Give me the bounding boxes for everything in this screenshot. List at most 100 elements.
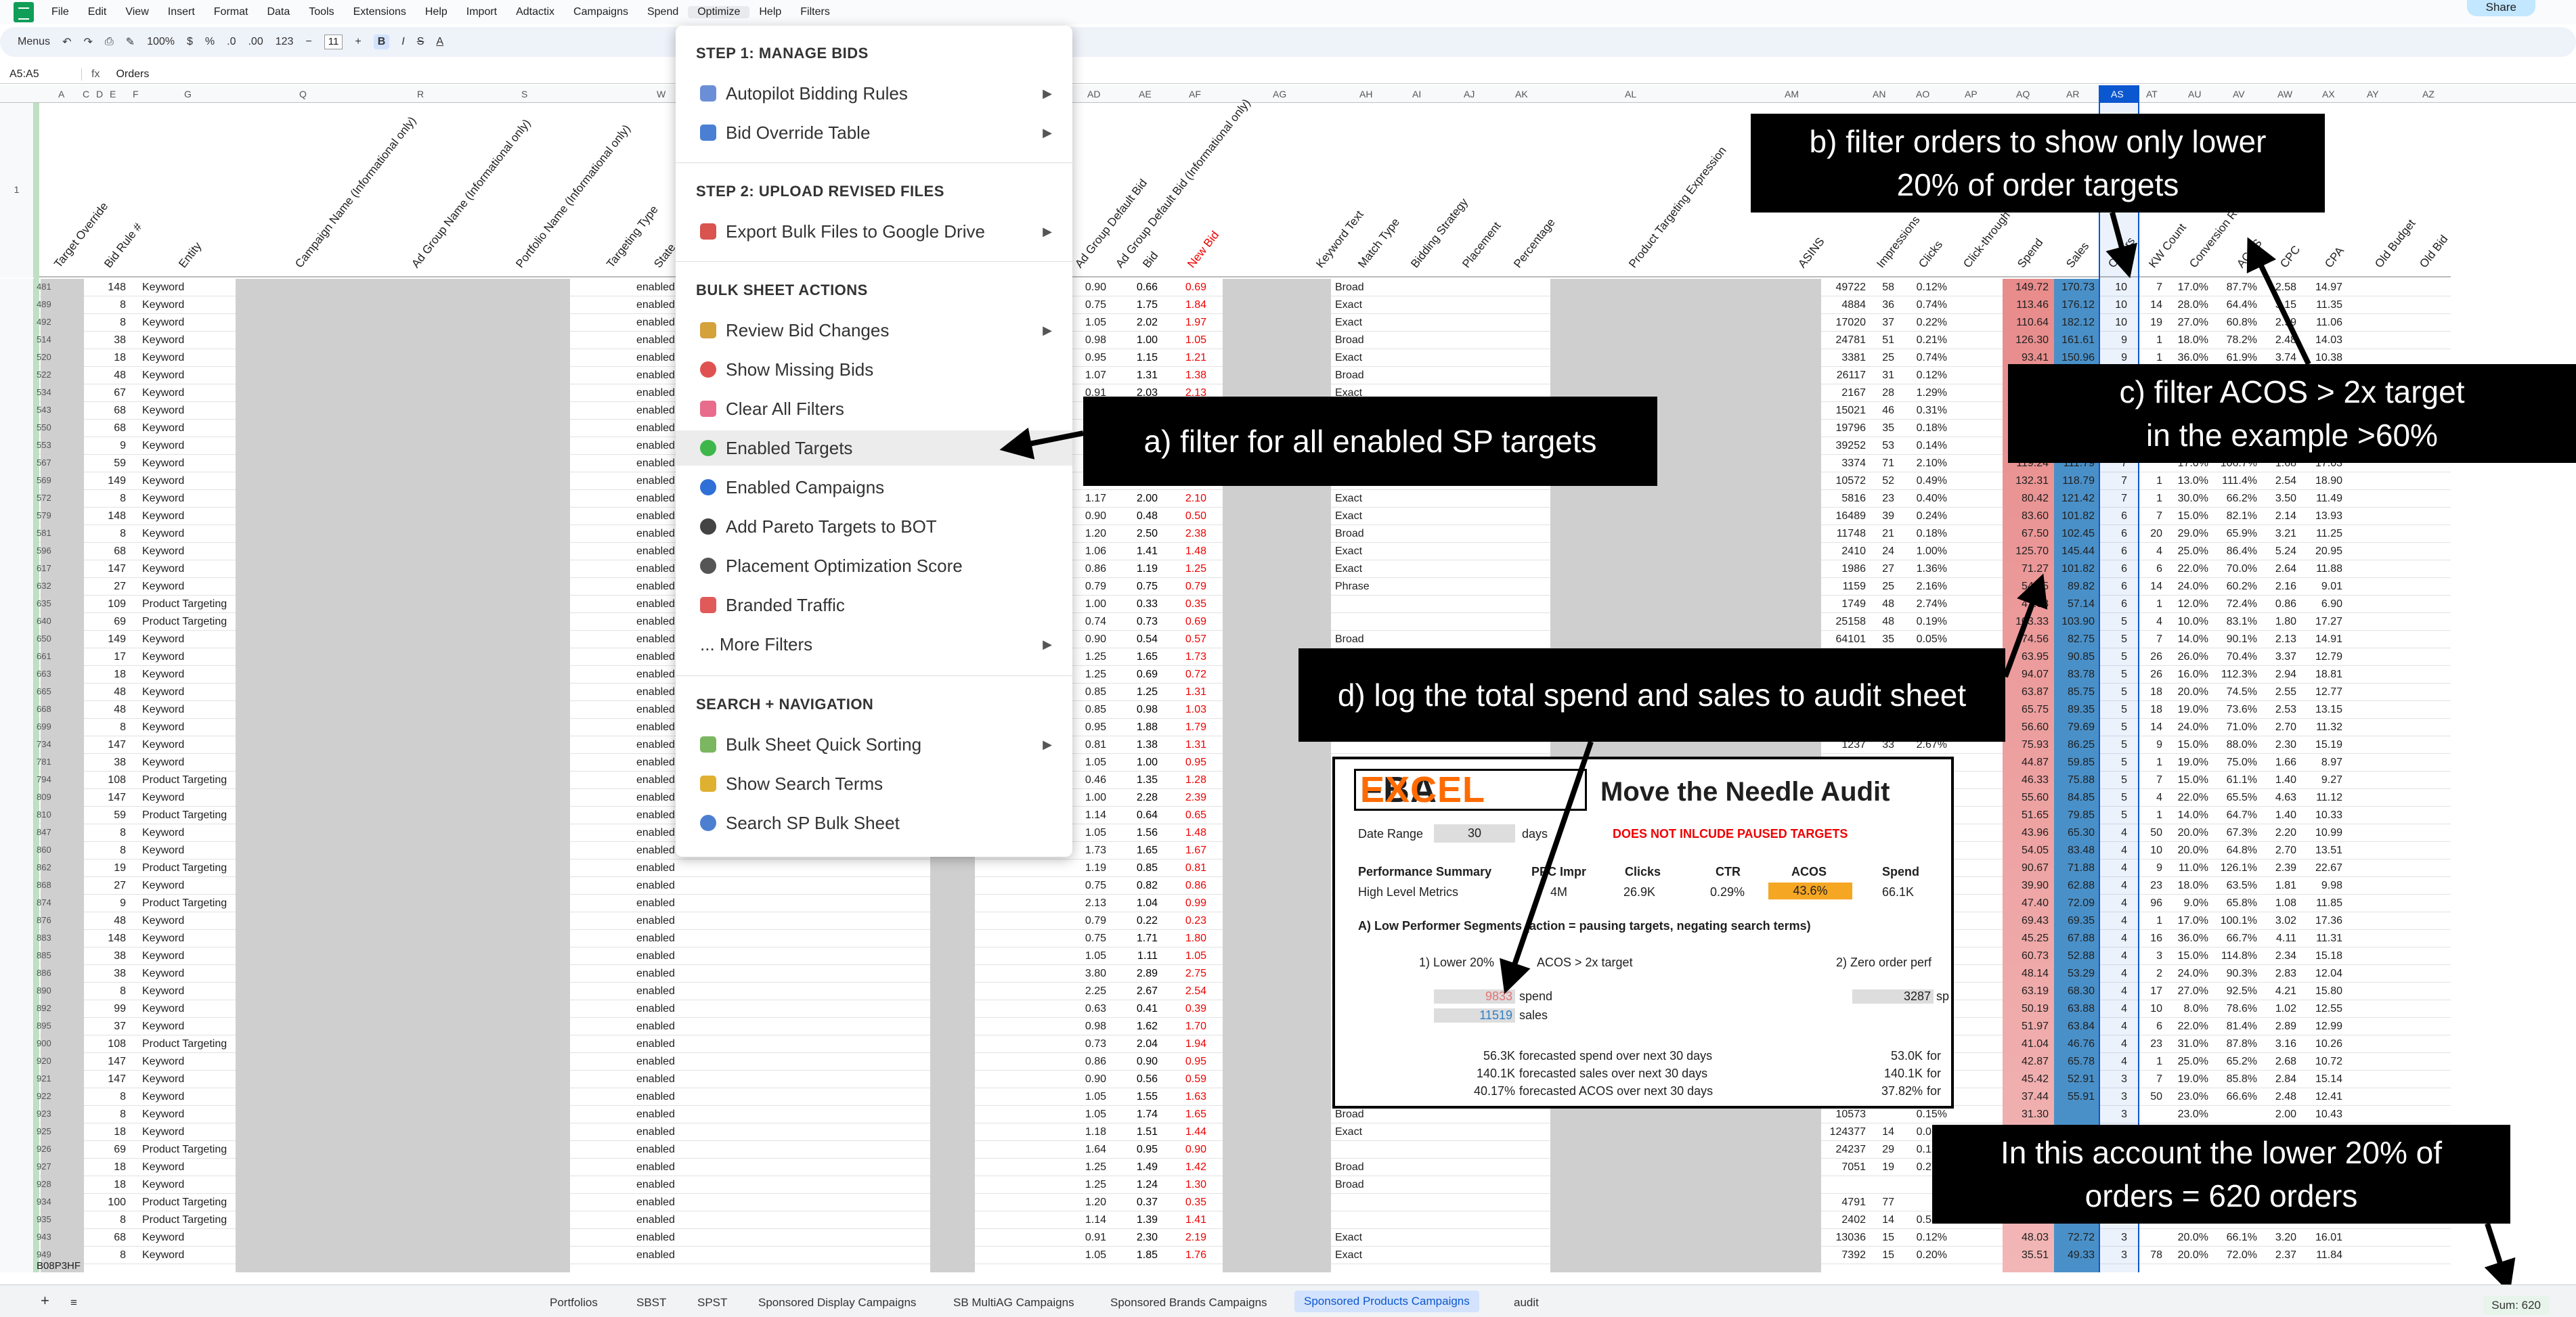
cell-bid[interactable]: 2.02 bbox=[1124, 317, 1158, 329]
cell-kw-count[interactable]: 20 bbox=[2142, 528, 2162, 540]
cell-cpa[interactable]: 9.98 bbox=[2302, 880, 2342, 892]
cell-kw-count[interactable]: 7 bbox=[2142, 1073, 2162, 1086]
cell-cpa[interactable]: 15.80 bbox=[2302, 985, 2342, 998]
cell-acos[interactable]: 61.9% bbox=[2214, 352, 2257, 364]
cell-clicks[interactable]: 27 bbox=[1870, 563, 1894, 575]
cell-cpa[interactable]: 17.36 bbox=[2302, 915, 2342, 927]
cell-conversion[interactable]: 25.0% bbox=[2169, 545, 2208, 558]
cell-clicks[interactable]: 31 bbox=[1870, 370, 1894, 382]
cell-conversion[interactable]: 22.0% bbox=[2169, 1021, 2208, 1033]
cell-entity[interactable]: Keyword bbox=[142, 985, 184, 998]
font-size-minus[interactable]: − bbox=[305, 36, 311, 48]
cell-default-bid[interactable]: 0.63 bbox=[1072, 1003, 1106, 1015]
cell-bid[interactable]: 2.04 bbox=[1124, 1038, 1158, 1050]
cell-bid[interactable]: 0.56 bbox=[1124, 1073, 1158, 1086]
cell-default-bid[interactable]: 0.90 bbox=[1072, 1073, 1106, 1086]
table-row[interactable]: 923 8 Keyword enabled 1.05 1.74 1.65 Broad 10573… bbox=[0, 1106, 2451, 1123]
cell-bid-rule[interactable]: 8 bbox=[102, 1249, 126, 1262]
cell-orders[interactable]: 4 bbox=[2107, 827, 2127, 839]
cell-impressions[interactable]: 4884 bbox=[1825, 299, 1866, 311]
cell-new-bid[interactable]: 1.31 bbox=[1173, 739, 1206, 751]
cell-new-bid[interactable]: 0.95 bbox=[1173, 1056, 1206, 1068]
cell-bid-rule[interactable]: 27 bbox=[102, 581, 126, 593]
cell-kw-count[interactable]: 4 bbox=[2142, 545, 2162, 558]
cell-state[interactable]: enabled bbox=[636, 950, 675, 962]
cell-spend[interactable]: 41.38 bbox=[2004, 598, 2049, 610]
cell-conversion[interactable]: 15.0% bbox=[2169, 739, 2208, 751]
cell-clicks[interactable]: 48 bbox=[1870, 598, 1894, 610]
cell-acos[interactable]: 126.1% bbox=[2214, 862, 2257, 874]
cell-bid[interactable]: 1.56 bbox=[1124, 827, 1158, 839]
cell-new-bid[interactable]: 1.30 bbox=[1173, 1179, 1206, 1191]
cell-cpc[interactable]: 2.70 bbox=[2258, 845, 2296, 857]
cell-state[interactable]: enabled bbox=[636, 933, 675, 945]
cell-row-number[interactable]: 890 bbox=[37, 985, 51, 996]
cell-bid-rule[interactable]: 147 bbox=[102, 1056, 126, 1068]
tab-sponsored-products[interactable]: Sponsored Products Campaigns bbox=[1294, 1291, 1479, 1312]
cell-bid[interactable]: 0.48 bbox=[1124, 510, 1158, 522]
cell-new-bid[interactable]: 1.48 bbox=[1173, 827, 1206, 839]
cell-new-bid[interactable]: 1.94 bbox=[1173, 1038, 1206, 1050]
header-bid-rule[interactable]: Bid Rule # bbox=[102, 221, 145, 271]
cell-acos[interactable]: 65.2% bbox=[2214, 1056, 2257, 1068]
cell-acos[interactable]: 83.1% bbox=[2214, 616, 2257, 628]
cell-row-number[interactable]: 885 bbox=[37, 950, 51, 960]
header-ad-group-name[interactable]: Ad Group Name (Informational only) bbox=[409, 117, 533, 271]
menu-help-2[interactable]: Help bbox=[749, 6, 791, 18]
paint-format-icon[interactable]: ✎ bbox=[126, 35, 135, 49]
cell-spend[interactable]: 71.27 bbox=[2004, 563, 2049, 575]
header-cpa[interactable]: CPA bbox=[2322, 244, 2347, 271]
cell-spend[interactable]: 75.93 bbox=[2004, 739, 2049, 751]
cell-spend[interactable]: 80.42 bbox=[2004, 493, 2049, 505]
cell-kw-count[interactable]: 26 bbox=[2142, 669, 2162, 681]
cell-default-bid[interactable]: 0.90 bbox=[1072, 510, 1106, 522]
cell-acos[interactable]: 60.8% bbox=[2214, 317, 2257, 329]
cell-row-number[interactable]: 481 bbox=[37, 282, 51, 292]
cell-kw-count[interactable]: 7 bbox=[2142, 510, 2162, 522]
menu-item-bid-override[interactable]: Bid Override Table ▶ bbox=[676, 115, 1072, 150]
cell-spend[interactable]: 149.72 bbox=[2004, 282, 2049, 294]
cell-bid-rule[interactable]: 59 bbox=[102, 457, 126, 470]
cell-cpc[interactable]: 1.08 bbox=[2258, 897, 2296, 910]
cell-new-bid[interactable]: 1.41 bbox=[1173, 1214, 1206, 1226]
cell-default-bid[interactable]: 0.73 bbox=[1072, 1038, 1106, 1050]
cell-bid-rule[interactable]: 38 bbox=[102, 334, 126, 347]
cell-spend[interactable]: 51.97 bbox=[2004, 1021, 2049, 1033]
col-letter[interactable]: G bbox=[184, 89, 192, 99]
header-product-targeting-expression[interactable]: Product Targeting Expression bbox=[1626, 144, 1729, 271]
cell-state[interactable]: enabled bbox=[636, 352, 675, 364]
cell-impressions[interactable]: 25158 bbox=[1825, 616, 1866, 628]
cell-conversion[interactable]: 8.0% bbox=[2169, 1003, 2208, 1015]
tab-sponsored-display[interactable]: Sponsored Display Campaigns bbox=[758, 1296, 916, 1310]
cell-match-type[interactable]: Exact bbox=[1335, 352, 1362, 364]
cell-cpc[interactable]: 2.39 bbox=[2258, 862, 2296, 874]
cell-bid-rule[interactable]: 19 bbox=[102, 862, 126, 874]
table-row[interactable]: 8908Keywordenabled2.252.672.540.56%63.19… bbox=[0, 983, 2451, 1000]
cell-ctr[interactable]: 0.05% bbox=[1900, 633, 1947, 646]
cell-conversion[interactable]: 17.0% bbox=[2169, 282, 2208, 294]
cell-conversion[interactable]: 12.0% bbox=[2169, 598, 2208, 610]
cell-cpc[interactable]: 2.64 bbox=[2258, 563, 2296, 575]
cell-ctr[interactable]: 0.22% bbox=[1900, 317, 1947, 329]
menu-item-clear-filters[interactable]: Clear All Filters bbox=[676, 391, 1072, 426]
cell-state[interactable]: enabled bbox=[636, 1109, 675, 1121]
cell-bid-rule[interactable]: 69 bbox=[102, 616, 126, 628]
currency-format[interactable]: $ bbox=[187, 36, 193, 48]
cell-cpc[interactable]: 2.14 bbox=[2258, 510, 2296, 522]
cell-ctr[interactable]: 0.74% bbox=[1900, 352, 1947, 364]
cell-entity[interactable]: Keyword bbox=[142, 457, 184, 470]
col-letter[interactable]: AR bbox=[2066, 89, 2079, 99]
cell-clicks[interactable]: 15 bbox=[1870, 1232, 1894, 1244]
cell-cpa[interactable]: 18.90 bbox=[2302, 475, 2342, 487]
cell-state[interactable]: enabled bbox=[636, 686, 675, 698]
cell-cpc[interactable]: 2.30 bbox=[2258, 739, 2296, 751]
cell-spend[interactable]: 63.87 bbox=[2004, 686, 2049, 698]
cell-row-number[interactable]: 895 bbox=[37, 1021, 51, 1031]
cell-sales[interactable]: 62.88 bbox=[2054, 880, 2095, 892]
cell-bid[interactable]: 1.62 bbox=[1124, 1021, 1158, 1033]
cell-conversion[interactable]: 23.0% bbox=[2169, 1109, 2208, 1121]
cell-row-number[interactable]: 640 bbox=[37, 616, 51, 626]
cell-cpc[interactable]: 2.99 bbox=[2258, 317, 2296, 329]
header-asins[interactable]: ASINS bbox=[1795, 235, 1827, 271]
cell-ctr[interactable]: 0.24% bbox=[1900, 510, 1947, 522]
